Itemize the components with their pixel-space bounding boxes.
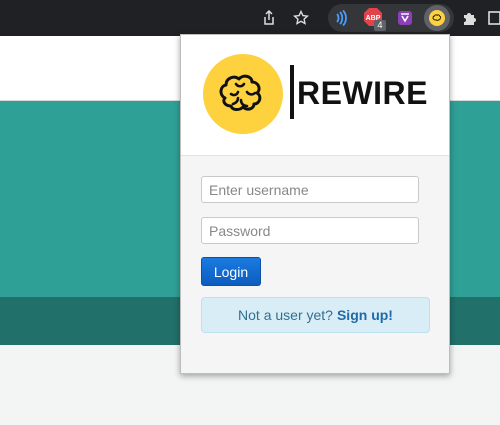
- login-button[interactable]: Login: [201, 257, 261, 286]
- password-input[interactable]: [201, 217, 419, 244]
- share-icon[interactable]: [258, 7, 280, 29]
- signup-prompt: Not a user yet?: [238, 307, 333, 323]
- rewire-extension-icon[interactable]: [426, 7, 448, 29]
- logo-divider: [290, 65, 294, 119]
- signup-link[interactable]: Sign up!: [337, 307, 393, 323]
- browser-toolbar: ABP 4: [0, 0, 500, 36]
- sidebar-icon[interactable]: [488, 7, 500, 29]
- signup-alert: Not a user yet? Sign up!: [201, 297, 430, 333]
- puzzle-icon[interactable]: [458, 7, 480, 29]
- star-icon[interactable]: [290, 7, 312, 29]
- brain-logo-icon: [203, 54, 283, 134]
- popup-header: REWIRE: [181, 35, 449, 156]
- extension-popup: REWIRE Login Not a user yet? Sign up!: [180, 34, 450, 374]
- logo-wordmark: REWIRE: [297, 75, 428, 111]
- sound-extension-icon[interactable]: [330, 7, 352, 29]
- username-input[interactable]: [201, 176, 419, 203]
- adblock-count-badge: 4: [374, 20, 386, 31]
- vault-extension-icon[interactable]: [394, 7, 416, 29]
